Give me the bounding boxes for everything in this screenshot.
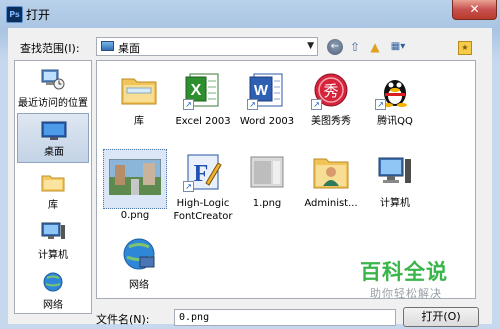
shortcut-arrow-icon: ↗ [375, 99, 386, 110]
places-bar: 最近访问的位置 桌面 库 计算机 网络 [14, 60, 92, 314]
watermark-brand: 百科全说 [360, 260, 448, 284]
look-in-label: 查找范围(I): [20, 42, 80, 55]
network-icon [43, 272, 63, 292]
image-file-icon [250, 156, 284, 188]
computer-icon [41, 222, 65, 239]
photoshop-icon: Ps [6, 6, 23, 23]
place-label: 网络 [43, 300, 63, 311]
computer-icon [378, 157, 411, 183]
look-in-value: 桌面 [118, 42, 140, 55]
image-thumbnail-icon [109, 159, 161, 195]
chevron-down-icon[interactable]: ▼ [307, 41, 314, 51]
up-folder-button[interactable]: ⇧ [347, 39, 363, 55]
place-recent[interactable]: 最近访问的位置 [17, 63, 89, 113]
file-label: 0.png [120, 210, 150, 221]
file-item-1-png[interactable]: 1.png [235, 149, 299, 227]
file-item-excel[interactable]: X ↗ Excel 2003 [171, 67, 235, 145]
file-item-0-png[interactable]: 0.png [103, 149, 167, 227]
desktop-icon [101, 41, 114, 51]
svg-text:X: X [191, 82, 202, 99]
file-label: 计算机 [380, 198, 410, 209]
file-item-computer[interactable]: 计算机 [363, 149, 427, 227]
window-title: 打开 [26, 8, 51, 22]
file-item-qq[interactable]: ↗ 腾讯QQ [363, 67, 427, 145]
open-button[interactable]: 打开(O) [403, 307, 479, 327]
user-folder-icon [313, 158, 349, 189]
network-icon [123, 238, 155, 270]
shortcut-arrow-icon: ↗ [183, 181, 194, 192]
file-name-input[interactable]: 0.png [174, 309, 396, 326]
file-item-word[interactable]: W ↗ Word 2003 [235, 67, 299, 145]
title-bar[interactable]: Ps 打开 ✕ [0, 0, 500, 28]
watermark-tagline: 助你轻松解决 [370, 287, 442, 300]
place-computer[interactable]: 计算机 [17, 215, 89, 265]
back-button[interactable]: ← [327, 39, 343, 55]
place-desktop[interactable]: 桌面 [17, 113, 89, 163]
file-label: 网络 [129, 280, 149, 291]
look-in-combo[interactable]: 桌面 ▼ [96, 37, 318, 56]
file-item-administrator[interactable]: Administ... [299, 149, 363, 227]
file-item-libraries[interactable]: 库 [107, 67, 171, 145]
new-folder-button[interactable]: ▲ [367, 39, 383, 55]
file-item-network[interactable]: 网络 [107, 231, 171, 298]
extra-toolbar-icon[interactable]: ★ [458, 41, 472, 55]
place-libraries[interactable]: 库 [17, 165, 89, 215]
shortcut-arrow-icon: ↗ [311, 99, 322, 110]
file-name-label: 文件名(N): [96, 313, 150, 326]
file-label: 腾讯QQ [377, 116, 413, 127]
libraries-folder-icon [121, 78, 157, 105]
shortcut-arrow-icon: ↗ [183, 99, 194, 110]
file-item-fontcreator[interactable]: F ↗ High-Logic FontCreator [171, 149, 235, 227]
file-item-meitu[interactable]: 秀 ↗ 美图秀秀 [299, 67, 363, 145]
libraries-icon [41, 175, 65, 192]
place-label: 桌面 [44, 147, 64, 158]
svg-text:W: W [254, 82, 269, 99]
svg-text:秀: 秀 [323, 82, 338, 100]
open-dialog: Ps 打开 ✕ 查找范围(I): 桌面 ▼ ← ⇧ ▲ ▦▾ ★ 最近访问的位置 [0, 0, 500, 329]
recent-places-icon [41, 69, 65, 90]
place-network[interactable]: 网络 [17, 265, 89, 313]
shortcut-arrow-icon: ↗ [247, 99, 258, 110]
place-label: 计算机 [38, 250, 68, 261]
close-button[interactable]: ✕ [452, 0, 497, 20]
desktop-icon [41, 121, 67, 140]
views-menu-button[interactable]: ▦▾ [387, 39, 409, 55]
place-label: 库 [48, 200, 58, 211]
place-label: 最近访问的位置 [18, 98, 88, 109]
